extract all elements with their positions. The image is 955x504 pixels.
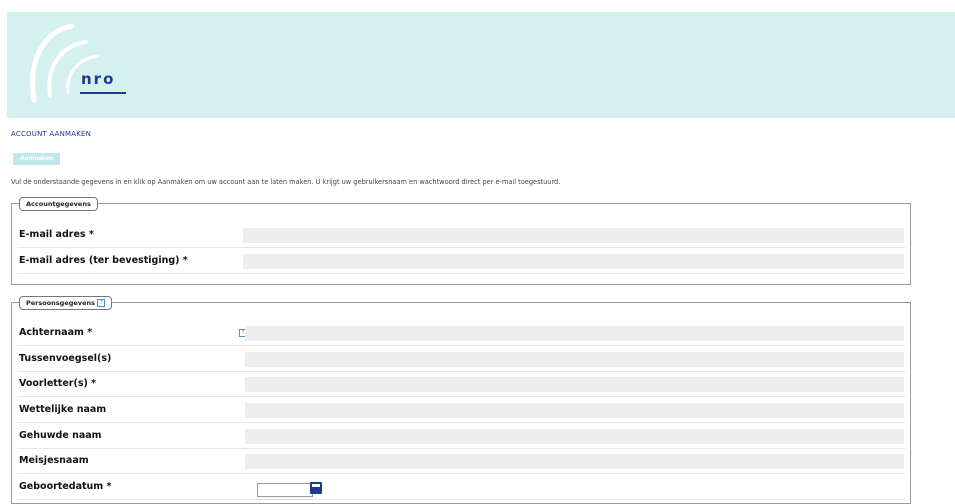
gehuwde-naam-label: Gehuwde naam <box>19 430 102 441</box>
logo-text: nro <box>81 70 116 88</box>
email-confirm-label: E-mail adres (ter bevestiging) * <box>19 255 188 266</box>
voorletters-input[interactable] <box>245 377 904 392</box>
form-row-tussenvoegsel: Tussenvoegsel(s) <box>17 346 905 372</box>
account-fieldset: Accountgegevens E-mail adres * E-mail ad… <box>11 197 911 285</box>
logo-arcs-icon <box>30 23 100 103</box>
tab-aanmaken[interactable]: Aanmaken <box>13 153 60 165</box>
header-banner: nro <box>7 12 955 118</box>
geboortedatum-input[interactable] <box>257 483 313 497</box>
form-row-achternaam: Achternaam * ? <box>17 320 905 346</box>
form-row-meisjesnaam: Meisjesnaam <box>17 448 905 474</box>
form-row-email-confirm: E-mail adres (ter bevestiging) * <box>17 248 905 274</box>
account-legend: Accountgegevens <box>19 197 98 211</box>
form-row-voorletters: Voorletter(s) * <box>17 371 905 397</box>
voorletters-label: Voorletter(s) * <box>19 378 97 389</box>
email-input[interactable] <box>243 228 904 243</box>
intro-text: Vul de onderstaande gegevens in en klik … <box>11 178 561 186</box>
wettelijke-naam-label: Wettelijke naam <box>19 404 107 415</box>
personal-legend: Persoonsgegevens ? <box>19 296 113 310</box>
meisjesnaam-input[interactable] <box>245 454 904 469</box>
gehuwde-naam-input[interactable] <box>245 429 904 444</box>
personal-help-icon[interactable]: ? <box>97 299 106 307</box>
email-label: E-mail adres * <box>19 229 94 240</box>
achternaam-input[interactable] <box>245 326 904 341</box>
meisjesnaam-label: Meisjesnaam <box>19 455 89 466</box>
calendar-icon[interactable] <box>310 482 322 494</box>
form-row-wettelijke-naam: Wettelijke naam <box>17 397 905 423</box>
achternaam-label: Achternaam * <box>19 327 93 338</box>
page-title: ACCOUNT AANMAKEN <box>11 130 92 138</box>
nro-logo[interactable]: nro <box>20 22 140 107</box>
tussenvoegsel-input[interactable] <box>245 352 904 367</box>
logo-underline <box>80 92 126 94</box>
form-row-geboortedatum: Geboortedatum * <box>17 474 905 500</box>
wettelijke-naam-input[interactable] <box>245 403 904 418</box>
personal-fieldset: Persoonsgegevens ? Achternaam * ? Tussen… <box>11 296 911 504</box>
tussenvoegsel-label: Tussenvoegsel(s) <box>19 353 112 364</box>
form-row-email: E-mail adres * <box>17 222 905 248</box>
email-confirm-input[interactable] <box>243 254 904 269</box>
form-row-gehuwde-naam: Gehuwde naam <box>17 423 905 449</box>
